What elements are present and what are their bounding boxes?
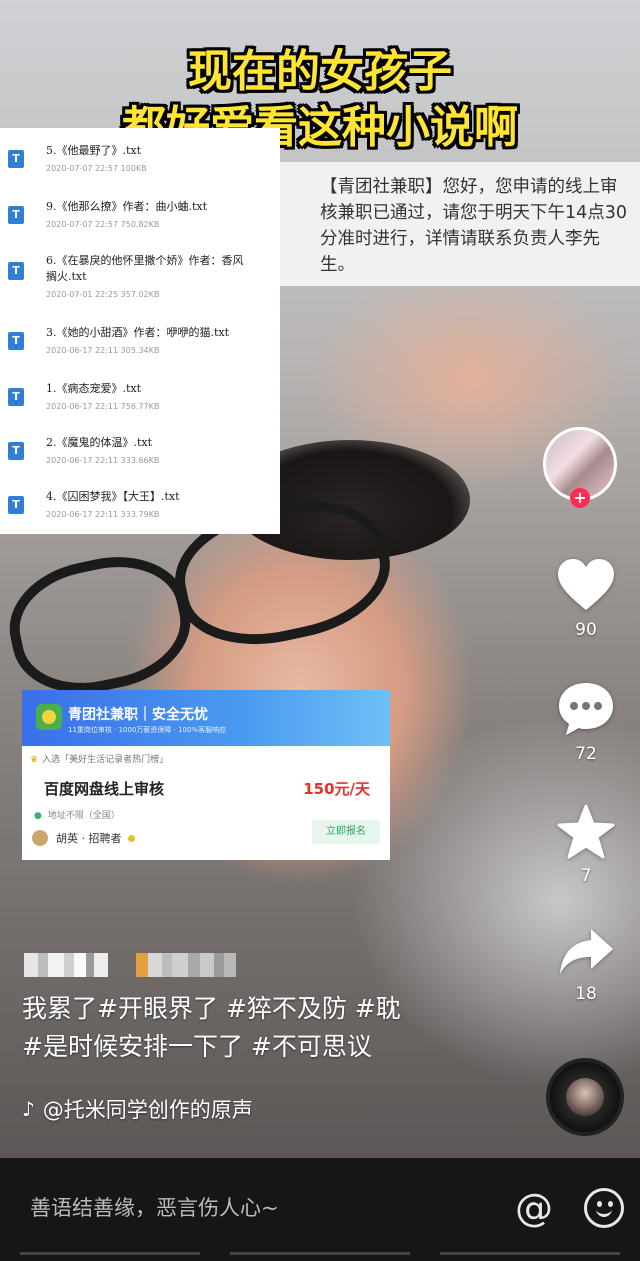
file-meta: 2020-06-17 22:11 333.79KB [46,510,160,519]
job-brand: 青团社兼职｜安全无忧 [68,707,208,723]
favorite-button[interactable]: 7 [548,804,624,886]
txt-file-icon: T [8,496,24,514]
job-salary: 150元/天 [303,780,370,798]
comment-count: 72 [575,744,597,764]
file-name: 6.《在暴戾的他怀里撒个娇》作者：香风 [46,254,244,267]
comment-bar: 善语结善缘，恶言伤人心~ @ [0,1158,640,1261]
comment-button[interactable]: 72 [548,680,624,764]
bottom-indicator [0,1252,640,1255]
music-disc[interactable] [546,1058,624,1136]
heart-icon [558,559,614,610]
file-name: 1.《病态宠爱》.txt [46,382,142,395]
file-meta: 2020-07-01 22:25 357.02KB [46,290,160,299]
recruiter-name: 胡英 · 招聘者 [56,832,122,845]
job-app-logo-icon [36,704,62,730]
emoji-icon[interactable] [584,1188,624,1228]
file-name: 5.《他最野了》.txt [46,144,142,157]
author-name-mosaic[interactable] [24,953,236,979]
job-location: ● 地址不限（全国） [34,808,120,821]
file-list-item: T 4.《囚困梦我》【大王】.txt 2020-06-17 22:11 333.… [0,486,280,536]
at-mention-button[interactable]: @ [512,1186,556,1230]
txt-file-icon: T [8,262,24,280]
recruiter-badge-icon [127,834,135,842]
file-name: 4.《囚困梦我》【大王】.txt [46,490,180,503]
job-listing-card: 青团社兼职｜安全无忧 11重岗位审核 · 1000万薪资保障 · 100%客服响… [22,690,390,860]
location-pin-icon: ● [34,811,42,821]
sms-message-card: 【青团社兼职】您好，您申请的线上审核兼职已通过，请您于明天下午14点30分准时进… [280,162,640,286]
star-icon [557,804,615,859]
emoji-mouth [596,1207,612,1217]
music-disc-cover [566,1078,604,1116]
music-note-icon: ♪ [22,1097,35,1121]
file-list-item: T 1.《病态宠爱》.txt 2020-06-17 22:11 756.77KB [0,378,280,428]
file-name-continued: 搁火.txt [46,270,87,283]
overlay-title-line1: 现在的女孩子 [188,46,452,97]
file-name: 2.《魔鬼的体温》.txt [46,436,153,449]
txt-file-icon: T [8,388,24,406]
file-list-item: T 2.《魔鬼的体温》.txt 2020-06-17 22:11 333.66K… [0,432,280,482]
file-list-item: T 3.《她的小甜酒》作者：咿咿的猫.txt 2020-06-17 22:11 … [0,322,280,372]
file-meta: 2020-07-07 22:57 750.82KB [46,220,160,229]
like-button[interactable]: 90 [548,558,624,640]
file-name: 9.《他那么撩》作者：曲小蛐.txt [46,200,208,213]
file-list-card: T 5.《他最野了》.txt 2020-07-07 22:57 100KB T … [0,128,280,534]
sms-text: 【青团社兼职】您好，您申请的线上审核兼职已通过，请您于明天下午14点30分准时进… [320,177,628,275]
file-meta: 2020-07-07 22:57 100KB [46,164,147,173]
caption-line1: 我累了#开眼界了 #猝不及防 #耽 [22,994,401,1023]
job-recruiter: 胡英 · 招聘者 [32,830,135,846]
job-tag: ♛ 入选「美好生活记录者热门榜」 [30,752,168,765]
comment-input[interactable]: 善语结善缘，恶言伤人心~ [30,1192,279,1222]
file-meta: 2020-06-17 22:11 756.77KB [46,402,160,411]
music-label: @托米同学创作的原声 [42,1098,253,1122]
recruiter-avatar [32,830,48,846]
job-card-header: 青团社兼职｜安全无忧 11重岗位审核 · 1000万薪资保障 · 100%客服响… [22,690,390,746]
file-name: 3.《她的小甜酒》作者：咿咿的猫.txt [46,326,230,339]
txt-file-icon: T [8,332,24,350]
follow-plus-icon[interactable]: + [570,488,590,508]
file-meta: 2020-06-17 22:11 305.34KB [46,346,160,355]
job-subline: 11重岗位审核 · 1000万薪资保障 · 100%客服响应 [68,726,227,734]
share-button[interactable]: 18 [548,926,624,1004]
txt-file-icon: T [8,206,24,224]
share-count: 18 [575,984,597,1004]
apply-button: 立即报名 [312,820,380,844]
job-title: 百度网盘线上审核 [44,780,165,798]
crown-icon: ♛ [30,755,39,765]
txt-file-icon: T [8,150,24,168]
favorite-count: 7 [580,866,592,886]
job-tag-text: 入选「美好生活记录者热门榜」 [42,755,169,765]
file-list-item: T 6.《在暴戾的他怀里撒个娇》作者：香风 搁火.txt 2020-07-01 … [0,250,280,314]
file-list-item: T 9.《他那么撩》作者：曲小蛐.txt 2020-07-07 22:57 75… [0,196,280,246]
file-meta: 2020-06-17 22:11 333.66KB [46,456,160,465]
share-arrow-icon [560,929,613,974]
job-location-text: 地址不限（全国） [47,811,120,821]
comment-bubble-icon [559,683,613,735]
music-source[interactable]: ♪ @托米同学创作的原声 [22,1094,253,1124]
like-count: 90 [575,620,597,640]
txt-file-icon: T [8,442,24,460]
file-list-item: T 5.《他最野了》.txt 2020-07-07 22:57 100KB [0,140,280,190]
caption-line2: #是时候安排一下了 #不可思议 [22,1032,372,1061]
video-caption[interactable]: 我累了#开眼界了 #猝不及防 #耽 #是时候安排一下了 #不可思议 [22,990,522,1066]
